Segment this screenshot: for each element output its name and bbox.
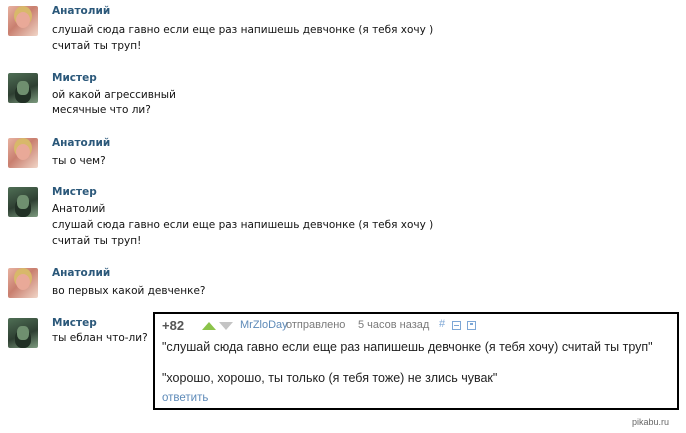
mister-avatar[interactable]: [8, 73, 38, 103]
comment-username[interactable]: MrZloDay: [240, 319, 288, 331]
comment-sent-label: отправлено: [286, 319, 346, 331]
comment-time: 5 часов назад: [358, 319, 430, 331]
mister-avatar[interactable]: [8, 318, 38, 348]
comment-box: +82 MrZloDay отправлено 5 часов назад # …: [153, 312, 679, 410]
message-line: считай ты труп!: [52, 235, 142, 247]
message-line: считай ты труп!: [52, 40, 142, 52]
message-line: ты о чем?: [52, 155, 106, 167]
save-icon[interactable]: [467, 321, 476, 330]
message-line: слушай сюда гавно если еще раз напишешь …: [52, 24, 434, 36]
message-line: Анатолий: [52, 203, 106, 215]
message-line: ты еблан что-ли?: [52, 332, 148, 344]
downvote-arrow-icon[interactable]: [219, 322, 233, 330]
message-line: слушай сюда гавно если еще раз напишешь …: [52, 219, 434, 231]
comment-text-quote: "слушай сюда гавно если еще раз напишешь…: [162, 340, 653, 354]
watermark: pikabu.ru: [632, 417, 670, 427]
mister-avatar[interactable]: [8, 187, 38, 217]
anatoly-avatar[interactable]: [8, 6, 38, 36]
message-author[interactable]: Анатолий: [52, 267, 110, 279]
message-author[interactable]: Анатолий: [52, 137, 110, 149]
anatoly-avatar[interactable]: [8, 138, 38, 168]
message-author[interactable]: Мистер: [52, 317, 97, 329]
message-line: ой какой агрессивный: [52, 89, 176, 101]
message-line: во первых какой девченке?: [52, 285, 206, 297]
message-author[interactable]: Мистер: [52, 72, 97, 84]
collapse-icon[interactable]: [452, 321, 461, 330]
comment-link-hash[interactable]: #: [439, 318, 445, 330]
message-author[interactable]: Анатолий: [52, 5, 110, 17]
message-author[interactable]: Мистер: [52, 186, 97, 198]
message-line: месячные что ли?: [52, 104, 151, 116]
comment-text-reply: "хорошо, хорошо, ты только (я тебя тоже)…: [162, 371, 498, 385]
upvote-arrow-icon[interactable]: [202, 322, 216, 330]
anatoly-avatar[interactable]: [8, 268, 38, 298]
reply-link[interactable]: ответить: [162, 392, 208, 404]
comment-rating: +82: [162, 318, 185, 333]
